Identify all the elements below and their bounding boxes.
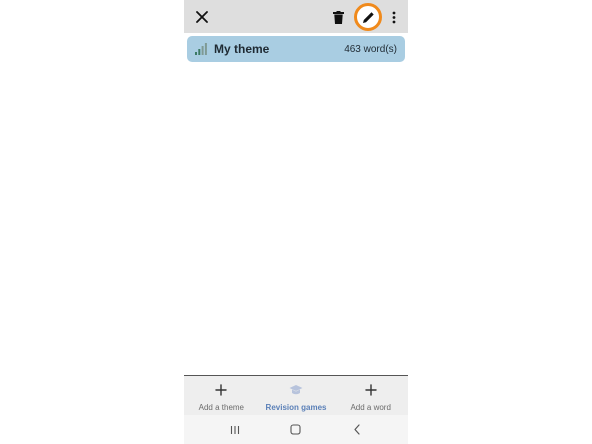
graduation-cap-icon (289, 385, 303, 395)
signal-bars-icon (195, 43, 207, 55)
trash-icon (332, 10, 344, 24)
add-word-button[interactable]: Add a word (333, 376, 408, 416)
more-options-button[interactable] (386, 7, 402, 27)
theme-word-count: 463 word(s) (344, 43, 397, 55)
pencil-icon (362, 11, 374, 23)
back-icon (354, 424, 360, 435)
theme-list-item[interactable]: My theme 463 word(s) (187, 36, 405, 62)
revision-games-label: Revision games (265, 403, 327, 412)
recents-icon (230, 425, 239, 434)
add-word-label: Add a word (350, 403, 391, 412)
more-vertical-icon (392, 11, 396, 23)
add-theme-button[interactable]: Add a theme (184, 376, 259, 416)
recents-button[interactable] (228, 423, 242, 437)
add-theme-label: Add a theme (198, 403, 245, 412)
plus-icon (364, 384, 377, 396)
app-screen: My theme 463 word(s) Add a theme Revisio… (184, 0, 408, 444)
bottom-navigation: Add a theme Revision games Add a word (184, 375, 408, 416)
delete-button[interactable] (328, 7, 348, 27)
close-icon (196, 11, 208, 23)
back-button[interactable] (350, 423, 364, 437)
home-icon (290, 424, 302, 435)
revision-games-button[interactable]: Revision games (259, 376, 334, 416)
edit-button[interactable] (354, 3, 382, 31)
close-button[interactable] (192, 7, 212, 27)
plus-icon (215, 384, 228, 396)
home-button[interactable] (289, 423, 303, 437)
theme-name: My theme (214, 42, 270, 56)
system-navigation-bar (184, 415, 408, 444)
top-toolbar (184, 0, 408, 33)
